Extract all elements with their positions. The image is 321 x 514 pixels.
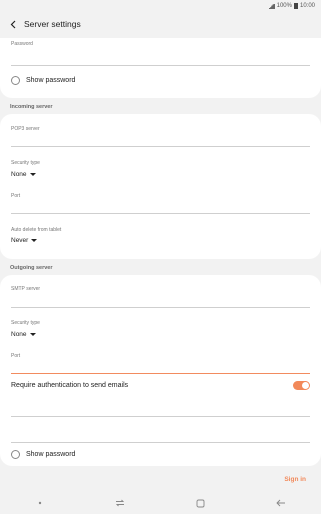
incoming-port-underline [11, 213, 310, 214]
password-label: Password [11, 41, 33, 47]
show-password-radio[interactable] [11, 76, 20, 85]
incoming-server-card: POP3 server Security type None Port Auto… [0, 114, 321, 259]
incoming-section-title: Incoming server [10, 104, 53, 110]
status-bar: 100% 10:00 [0, 0, 321, 12]
outgoing-port-field[interactable]: Port [11, 353, 310, 374]
incoming-security-type-dropdown[interactable]: None [11, 171, 36, 178]
dropdown-caret-icon [29, 333, 36, 336]
require-auth-label: Require authentication to send emails [11, 382, 129, 389]
show-password-label: Show password [26, 77, 76, 84]
outgoing-show-password-radio[interactable] [11, 450, 20, 459]
clock: 10:00 [299, 3, 315, 9]
outgoing-security-type-value: None [11, 331, 27, 338]
auto-delete-label: Auto delete from tablet [11, 227, 62, 233]
auto-delete-field: Auto delete from tablet [11, 227, 310, 233]
require-auth-toggle[interactable] [293, 381, 310, 390]
dropdown-caret-icon [29, 173, 36, 176]
outgoing-port-underline [11, 373, 310, 374]
pop3-server-field[interactable]: POP3 server [11, 126, 310, 147]
page-title: Server settings [24, 19, 81, 29]
battery-icon [293, 3, 298, 9]
pop3-server-underline [11, 146, 310, 147]
outgoing-security-type-dropdown[interactable]: None [11, 331, 36, 338]
auto-delete-value: Never [11, 237, 29, 244]
dropdown-caret-icon [31, 239, 38, 242]
navigation-bar [0, 492, 321, 514]
sign-in-button[interactable]: Sign in [284, 476, 306, 483]
toggle-knob [302, 382, 309, 389]
incoming-port-field[interactable]: Port [11, 193, 310, 214]
outgoing-security-type-field: Security type [11, 320, 310, 326]
back-icon[interactable] [271, 496, 291, 510]
outgoing-section-title: Outgoing server [10, 265, 53, 271]
show-password-option[interactable]: Show password [11, 76, 75, 85]
home-icon[interactable] [191, 496, 211, 510]
incoming-security-type-value: None [11, 171, 27, 178]
incoming-security-type-field: Security type [11, 160, 310, 166]
outgoing-server-card: SMTP server Security type None Port Requ… [0, 275, 321, 466]
recent-apps-icon[interactable] [110, 496, 130, 510]
outgoing-password-underline [11, 442, 310, 443]
outgoing-show-password-label: Show password [26, 451, 76, 458]
outgoing-security-type-label: Security type [11, 320, 40, 326]
smtp-server-field[interactable]: SMTP server [11, 286, 310, 308]
app-header: Server settings [0, 12, 321, 36]
password-card: Password Show password [0, 38, 321, 98]
back-arrow-icon[interactable] [10, 20, 17, 29]
auto-delete-dropdown[interactable]: Never [11, 237, 38, 244]
pop3-server-label: POP3 server [11, 126, 40, 132]
incoming-security-type-label: Security type [11, 160, 40, 166]
smtp-server-label: SMTP server [11, 286, 41, 292]
outgoing-username-underline [11, 416, 310, 417]
signal-icon [266, 3, 275, 9]
password-field[interactable]: Password [11, 41, 310, 66]
battery-level: 100% [276, 3, 292, 9]
require-auth-row[interactable]: Require authentication to send emails [11, 381, 310, 390]
incoming-port-label: Port [11, 193, 21, 199]
password-underline [11, 65, 310, 66]
dot-icon[interactable] [30, 496, 50, 510]
outgoing-show-password-option[interactable]: Show password [11, 450, 75, 459]
screen: 100% 10:00 Server settings Password Show… [0, 0, 321, 514]
smtp-server-underline [11, 307, 310, 308]
outgoing-port-label: Port [11, 353, 21, 359]
